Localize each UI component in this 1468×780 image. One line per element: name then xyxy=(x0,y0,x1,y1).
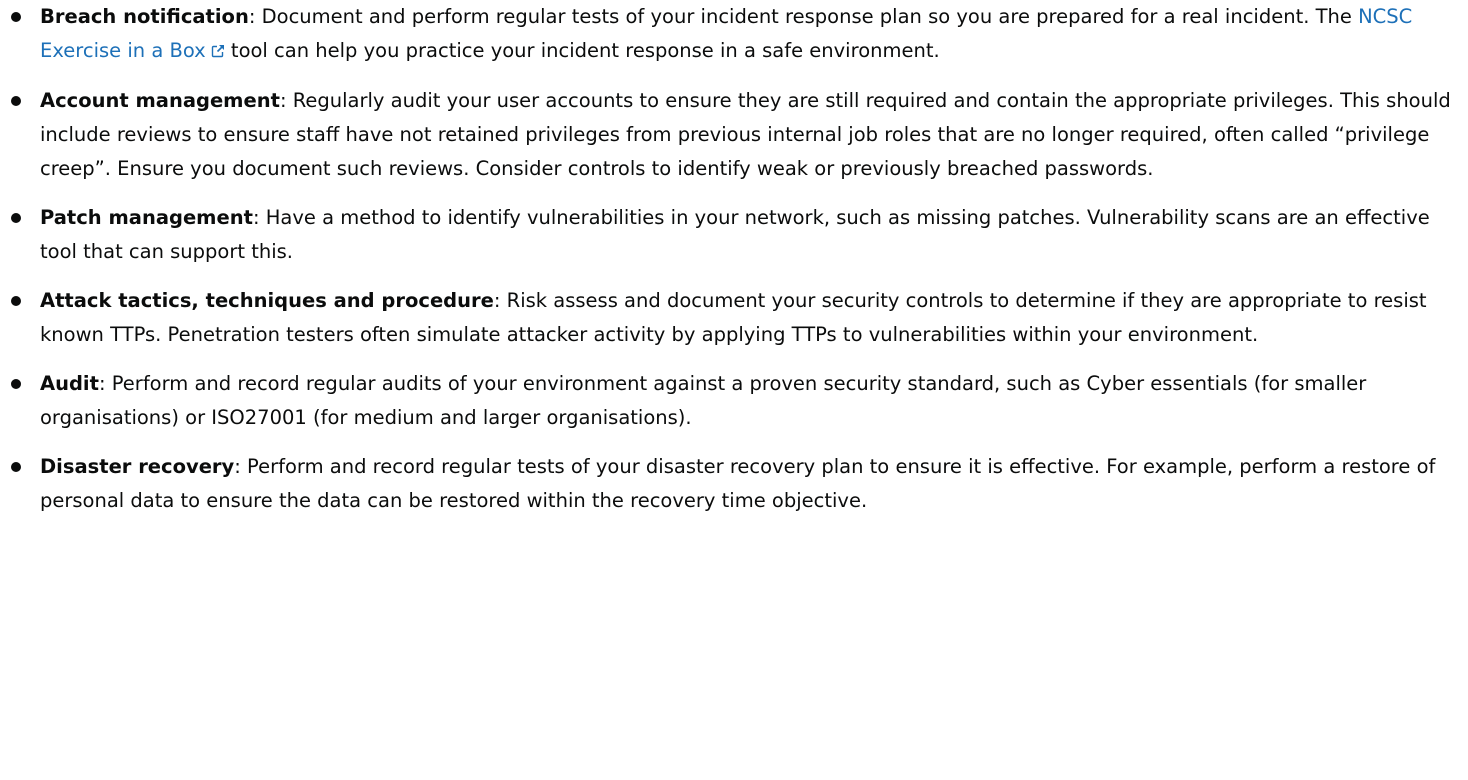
list-item-breach-notification: Breach notification: Document and perfor… xyxy=(8,0,1460,69)
term-separator: : xyxy=(234,455,248,478)
term-separator: : xyxy=(98,372,112,395)
term-breach-notification: Breach notification xyxy=(40,5,249,28)
item-text: Perform and record regular tests of your… xyxy=(40,455,1436,512)
term-separator: : xyxy=(279,89,293,112)
term-separator: : xyxy=(493,289,507,312)
item-text: tool can help you practice your incident… xyxy=(224,39,940,62)
term-separator: : xyxy=(248,5,262,28)
external-link-icon xyxy=(211,35,225,69)
list-item-patch-management: Patch management: Have a method to ident… xyxy=(8,201,1460,269)
term-patch-management: Patch management xyxy=(40,206,253,229)
term-account-management: Account management xyxy=(40,89,280,112)
term-disaster-recovery: Disaster recovery xyxy=(40,455,235,478)
term-audit: Audit xyxy=(40,372,99,395)
list-item-attack-tactics: Attack tactics, techniques and procedure… xyxy=(8,284,1460,352)
bullet-list: Breach notification: Document and perfor… xyxy=(8,0,1460,518)
list-item-audit: Audit: Perform and record regular audits… xyxy=(8,367,1460,435)
term-separator: : xyxy=(252,206,266,229)
list-item-account-management: Account management: Regularly audit your… xyxy=(8,84,1460,186)
article-content: Breach notification: Document and perfor… xyxy=(8,0,1460,533)
item-text: Perform and record regular audits of you… xyxy=(40,372,1367,429)
item-text: Document and perform regular tests of yo… xyxy=(261,5,1359,28)
list-item-disaster-recovery: Disaster recovery: Perform and record re… xyxy=(8,450,1460,518)
term-attack-tactics: Attack tactics, techniques and procedure xyxy=(40,289,494,312)
